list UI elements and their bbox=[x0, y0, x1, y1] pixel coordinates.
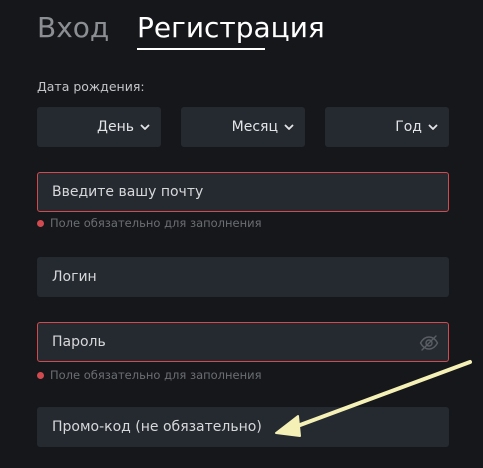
password-error-text: Поле обязательно для заполнения bbox=[50, 368, 262, 382]
eye-off-icon[interactable] bbox=[419, 333, 439, 353]
error-dot-icon bbox=[37, 219, 44, 227]
password-field[interactable] bbox=[38, 323, 448, 361]
promo-code-field[interactable] bbox=[38, 408, 448, 446]
email-field[interactable] bbox=[38, 173, 448, 211]
login-field-wrapper bbox=[37, 257, 449, 297]
email-field-wrapper bbox=[37, 172, 449, 212]
chevron-down-icon bbox=[428, 124, 438, 130]
registration-page: Вход Регистрация Дата рождения: День Мес… bbox=[0, 0, 483, 468]
password-error: Поле обязательно для заполнения bbox=[37, 368, 262, 382]
login-field[interactable] bbox=[38, 258, 448, 296]
error-dot-icon bbox=[37, 371, 44, 379]
chevron-down-icon bbox=[140, 124, 150, 130]
email-error: Поле обязательно для заполнения bbox=[37, 216, 262, 230]
month-select-value: Месяц bbox=[231, 119, 278, 135]
active-tab-underline bbox=[137, 48, 265, 50]
promo-field-wrapper bbox=[37, 407, 449, 447]
password-field-wrapper bbox=[37, 322, 449, 362]
day-select[interactable]: День bbox=[37, 107, 161, 147]
chevron-down-icon bbox=[284, 124, 294, 130]
day-select-value: День bbox=[97, 119, 134, 135]
tab-register[interactable]: Регистрация bbox=[137, 10, 325, 46]
email-error-text: Поле обязательно для заполнения bbox=[50, 216, 262, 230]
birthdate-label: Дата рождения: bbox=[37, 79, 145, 94]
month-select[interactable]: Месяц bbox=[181, 107, 305, 147]
tab-login[interactable]: Вход bbox=[37, 10, 109, 46]
year-select[interactable]: Год bbox=[325, 107, 449, 147]
year-select-value: Год bbox=[395, 119, 422, 135]
annotation-arrow-icon bbox=[275, 360, 472, 437]
